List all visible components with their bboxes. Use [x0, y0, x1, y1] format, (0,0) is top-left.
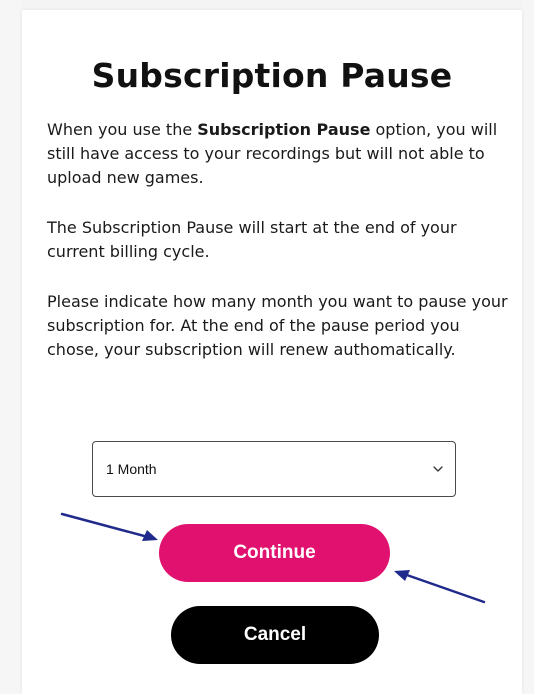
pointer-arrow-icon: [394, 570, 486, 604]
pause-duration-value: 1 Month: [106, 461, 157, 477]
dialog-description-access: When you use the Subscription Pause opti…: [47, 118, 509, 190]
dialog-description-start: The Subscription Pause will start at the…: [47, 218, 457, 261]
page-backdrop-right: [522, 0, 534, 694]
pointer-arrow-icon: [60, 512, 158, 541]
dialog-description-instructions: Please indicate how many month you want …: [47, 292, 508, 359]
cancel-button[interactable]: Cancel: [171, 606, 379, 664]
continue-button[interactable]: Continue: [159, 524, 390, 582]
description-text-start: When you use the: [47, 120, 198, 139]
chevron-down-icon: [433, 464, 443, 474]
page-backdrop-top: [0, 0, 534, 10]
chevron-down-icon-svg: [433, 466, 443, 472]
description-bold-term: Subscription Pause: [197, 120, 371, 139]
dialog-title: Subscription Pause: [91, 56, 453, 95]
pause-duration-select[interactable]: 1 Month: [92, 441, 456, 497]
page-backdrop-left: [0, 0, 22, 694]
